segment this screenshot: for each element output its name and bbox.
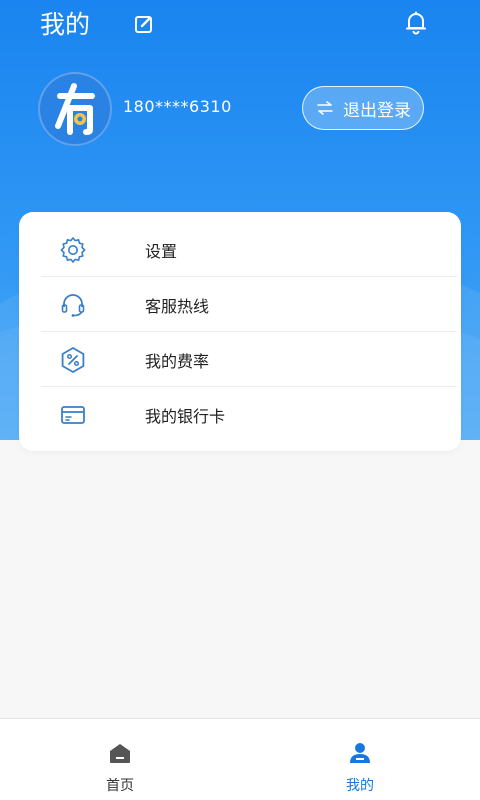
bottom-tab-bar: 首页 我的 — [0, 718, 480, 800]
gear-icon — [60, 236, 86, 263]
tab-mine[interactable]: 我的 — [300, 719, 420, 800]
home-icon — [110, 744, 130, 763]
edit-icon[interactable] — [134, 14, 154, 34]
bell-icon[interactable] — [403, 10, 429, 36]
phone-number: 180****6310 — [123, 97, 232, 116]
menu-item-label: 我的银行卡 — [145, 406, 226, 426]
top-bar: 我的 — [0, 0, 480, 50]
tab-label: 我的 — [346, 778, 374, 794]
menu-item-settings[interactable]: 设置 — [41, 222, 457, 277]
swap-icon — [317, 101, 333, 115]
tab-label: 首页 — [106, 778, 134, 794]
avatar[interactable] — [38, 72, 112, 146]
tab-home[interactable]: 首页 — [60, 719, 180, 800]
menu-item-hotline[interactable]: 客服热线 — [41, 277, 457, 332]
headset-icon — [61, 293, 85, 317]
logout-button[interactable]: 退出登录 — [302, 86, 424, 130]
menu-item-label: 设置 — [145, 241, 178, 261]
menu-item-label: 客服热线 — [145, 296, 210, 316]
menu-item-fee-rate[interactable]: 我的费率 — [41, 332, 457, 387]
menu-item-bank-card[interactable]: 我的银行卡 — [41, 387, 457, 442]
bank-card-icon — [61, 405, 85, 424]
app-logo-icon — [55, 83, 95, 135]
percent-icon — [61, 346, 85, 373]
logout-label: 退出登录 — [343, 100, 411, 121]
page-title: 我的 — [40, 10, 91, 39]
menu-item-label: 我的费率 — [145, 351, 210, 371]
menu-card: 设置 客服热线 我的费率 我的银行卡 — [19, 212, 461, 451]
user-icon — [350, 743, 370, 763]
